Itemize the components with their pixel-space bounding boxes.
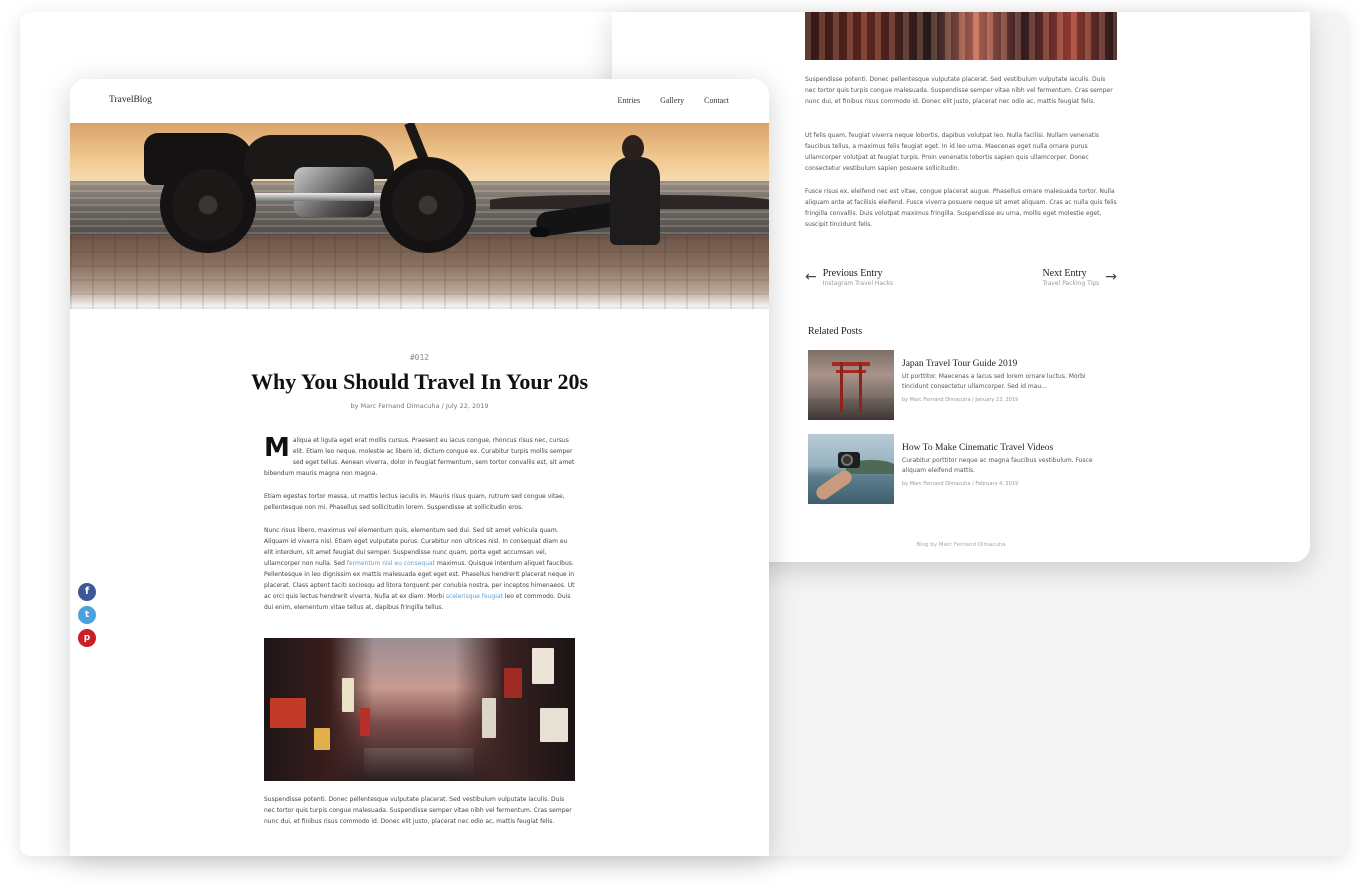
previous-entry-label: Previous Entry xyxy=(822,268,883,279)
drop-cap: M xyxy=(264,433,290,463)
body-paragraph: Nunc risus libero, maximus vel elementum… xyxy=(264,527,575,611)
city-street-image xyxy=(264,638,575,781)
next-entry-label: Next Entry xyxy=(1042,268,1087,279)
related-post-title[interactable]: Japan Travel Tour Guide 2019 xyxy=(902,358,1112,370)
site-logo[interactable]: TravelBlog xyxy=(109,95,152,105)
main-nav: Entries Gallery Contact xyxy=(617,96,729,105)
related-posts-heading: Related Posts xyxy=(808,326,863,337)
next-entry-title: Travel Packing Tips xyxy=(1042,280,1100,287)
next-entry-link[interactable]: Next Entry Travel Packing Tips → xyxy=(1042,268,1117,288)
post-byline: by Marc Fernand Dimacuha / July 22, 2019 xyxy=(350,402,489,410)
inline-link[interactable]: fermentum nisl eu consequat xyxy=(347,560,435,567)
seated-person-silhouette xyxy=(530,135,670,253)
related-post-excerpt: Ut porttitor. Maecenas a lacus sed lorem… xyxy=(902,373,1086,390)
previous-entry-title: Instagram Travel Hacks xyxy=(822,280,893,287)
related-post-meta: by Marc Fernand Dimacuha / February 4, 2… xyxy=(902,481,1019,487)
body-paragraph: Etiam egestas tortor massa, ut mattis le… xyxy=(264,493,565,511)
inline-link[interactable]: scelerisque feugiat xyxy=(446,593,503,600)
previous-entry-link[interactable]: ← Previous Entry Instagram Travel Hacks xyxy=(805,268,893,288)
body-paragraph: Ut felis quam, feugiat viverra neque lob… xyxy=(805,132,1100,172)
nav-link-gallery[interactable]: Gallery xyxy=(660,96,684,105)
body-paragraph: Suspendisse potenti. Donec pellentesque … xyxy=(805,76,1113,105)
blog-post-page: TravelBlog Entries Gallery Contact #012 xyxy=(70,79,769,856)
nav-link-contact[interactable]: Contact xyxy=(704,96,729,105)
entry-navigation: ← Previous Entry Instagram Travel Hacks … xyxy=(805,268,1117,298)
body-paragraph: Fusce risus ex, eleifend nec est vitae, … xyxy=(805,188,1117,228)
related-post-meta: by Marc Fernand Dimacuha / January 23, 2… xyxy=(902,397,1019,403)
body-paragraph: Maliqua et ligula eget erat mollis cursu… xyxy=(264,433,575,477)
post-title: Why You Should Travel In Your 20s xyxy=(250,369,589,394)
related-post-card[interactable]: Japan Travel Tour Guide 2019 Ut porttito… xyxy=(808,350,1118,422)
site-header: TravelBlog Entries Gallery Contact xyxy=(70,79,769,123)
twitter-share-icon[interactable]: t xyxy=(78,606,96,624)
city-street-image-cropped xyxy=(805,12,1117,60)
torii-gate-thumbnail[interactable] xyxy=(808,350,894,420)
pinterest-share-icon[interactable]: p xyxy=(78,629,96,647)
hero-image-motorcycle xyxy=(70,123,769,309)
arrow-right-icon: → xyxy=(1105,269,1117,285)
post-number: #012 xyxy=(409,353,430,362)
related-post-title[interactable]: How To Make Cinematic Travel Videos xyxy=(902,442,1112,454)
related-post-card[interactable]: How To Make Cinematic Travel Videos Cura… xyxy=(808,434,1118,506)
related-post-excerpt: Curabitur porttitor neque ac magna fauci… xyxy=(902,457,1093,474)
motorcycle-silhouette xyxy=(144,123,504,257)
facebook-share-icon[interactable]: f xyxy=(78,583,96,601)
body-paragraph: Suspendisse potenti. Donec pellentesque … xyxy=(264,796,572,825)
camera-in-hand-thumbnail[interactable] xyxy=(808,434,894,504)
nav-link-entries[interactable]: Entries xyxy=(617,96,640,105)
arrow-left-icon: ← xyxy=(805,269,817,285)
